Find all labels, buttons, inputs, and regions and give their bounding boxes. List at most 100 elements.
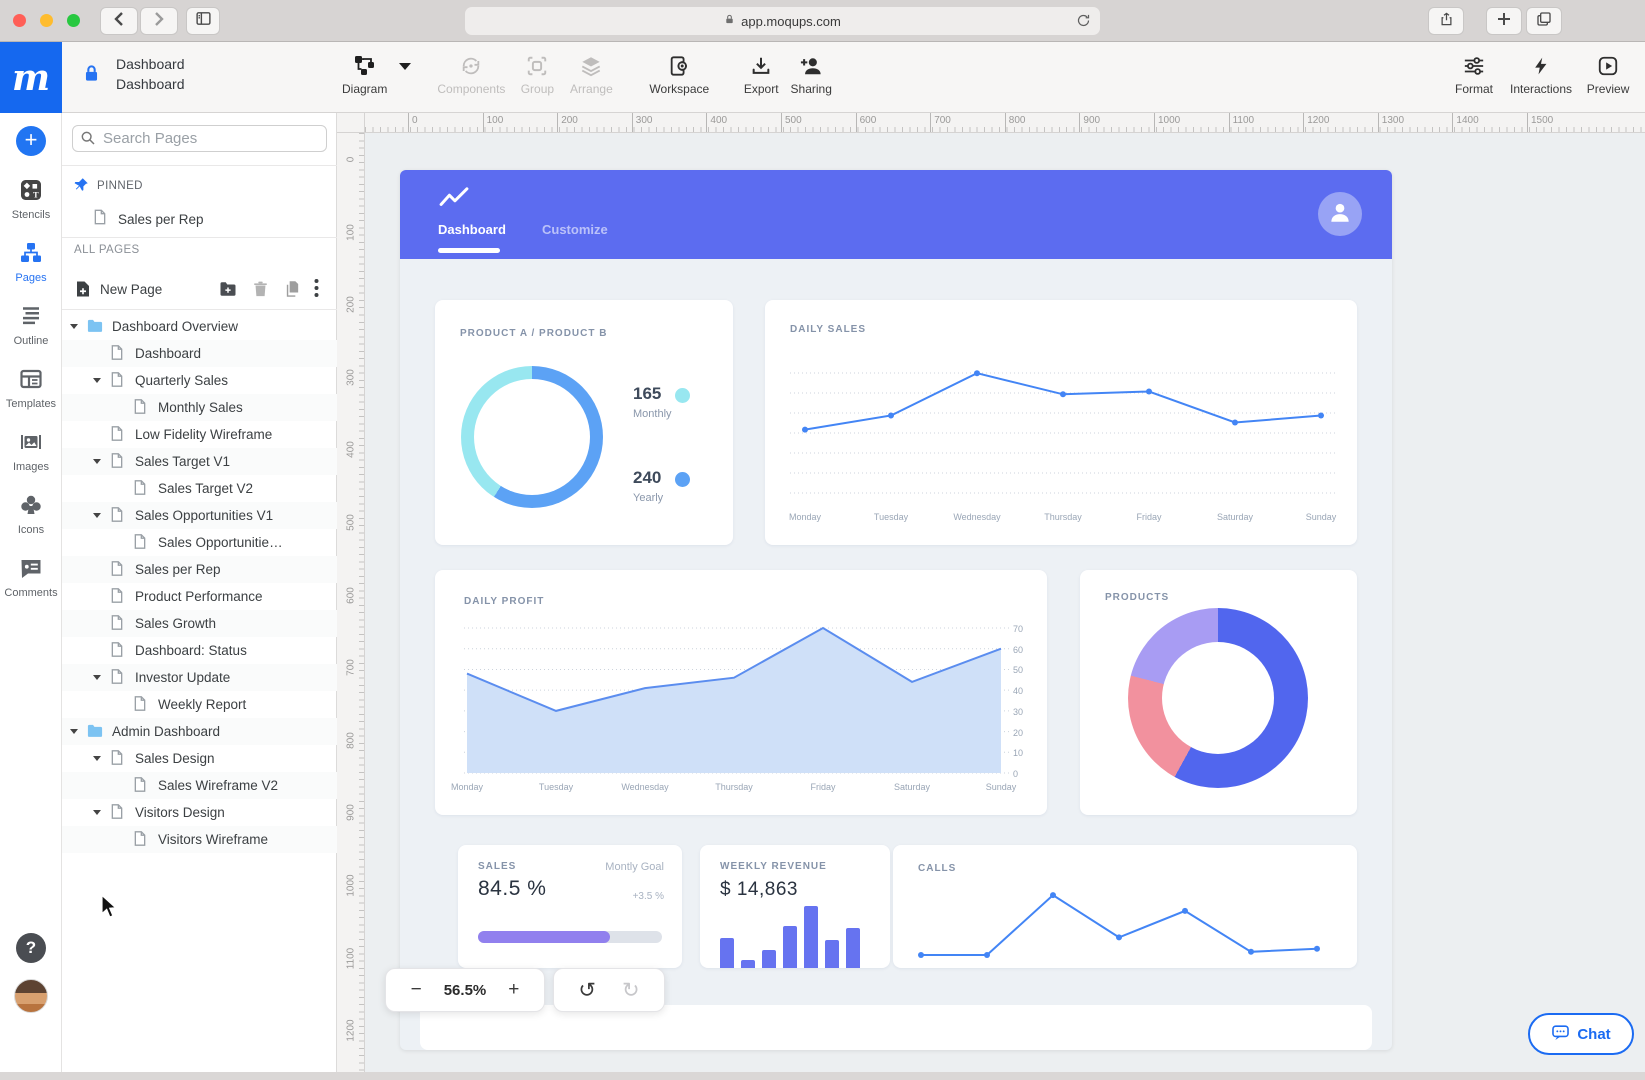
tree-item-sales-per-rep[interactable]: Sales per Rep	[62, 556, 337, 583]
card-title: DAILY PROFIT	[464, 596, 544, 607]
help-button[interactable]: ?	[16, 933, 46, 963]
expand-caret-icon[interactable]	[93, 810, 101, 815]
sidebar-item-icons[interactable]: Icons	[0, 483, 62, 546]
sidebar-item-pages[interactable]: Pages	[0, 231, 62, 294]
daily-sales-card[interactable]: DAILY SALES MondayTuesdayWednesdayThursd…	[765, 300, 1357, 545]
moqups-logo[interactable]: m	[0, 42, 62, 113]
zoom-level[interactable]: 56.5%	[444, 982, 487, 999]
daily-profit-card[interactable]: DAILY PROFIT MondayTuesdayWednesdayThurs…	[435, 570, 1047, 815]
y-axis-label: 40	[1013, 686, 1031, 696]
tree-item-sales-design[interactable]: Sales Design	[62, 745, 337, 772]
workspace-title[interactable]: Dashboard	[116, 56, 185, 72]
browser-tabs-overview-button[interactable]	[1526, 7, 1562, 35]
tool-diagram[interactable]: Diagram	[342, 53, 387, 96]
mockup-tab-customize[interactable]: Customize	[542, 222, 608, 237]
browser-new-tab-button[interactable]	[1486, 7, 1522, 35]
sidebar-item-images[interactable]: Images	[0, 420, 62, 483]
pinned-page-sales-per-rep[interactable]: Sales per Rep	[62, 205, 337, 233]
sidebar-item-comments[interactable]: Comments	[0, 546, 62, 609]
sales-kpi-card[interactable]: SALES Montly Goal 84.5 % +3.5 %	[458, 845, 682, 968]
tool-preview[interactable]: Preview	[1586, 53, 1630, 96]
browser-forward-button[interactable]	[140, 7, 178, 35]
tree-item-admin-dashboard[interactable]: Admin Dashboard	[62, 718, 337, 745]
preview-icon	[1597, 53, 1619, 79]
tree-item-dashboard-overview[interactable]: Dashboard Overview	[62, 313, 337, 340]
expand-caret-icon[interactable]	[93, 378, 101, 383]
zoom-out-button[interactable]: −	[407, 979, 426, 1001]
undo-button[interactable]: ↺	[578, 978, 596, 1003]
tree-item-weekly-report[interactable]: Weekly Report	[62, 691, 337, 718]
mockup-page[interactable]: Dashboard Customize PRODUCT A / PRODUCT …	[400, 170, 1392, 1050]
expand-caret-icon[interactable]	[70, 324, 78, 329]
expand-caret-icon[interactable]	[93, 513, 101, 518]
sidebar-item-outline[interactable]: Outline	[0, 294, 62, 357]
redo-button[interactable]: ↻	[622, 978, 640, 1003]
expand-caret-icon[interactable]	[93, 675, 101, 680]
add-button[interactable]: +	[16, 126, 46, 156]
tool-sharing[interactable]: Sharing	[789, 53, 833, 96]
new-page-button[interactable]: New Page	[100, 282, 162, 297]
weekly-revenue-card[interactable]: WEEKLY REVENUE $ 14,863	[700, 845, 890, 968]
expand-caret-icon[interactable]	[70, 729, 78, 734]
tree-item-monthly-sales[interactable]: Monthly Sales	[62, 394, 337, 421]
calls-card[interactable]: CALLS	[893, 845, 1357, 968]
expand-caret-icon[interactable]	[93, 756, 101, 761]
page-icon	[132, 776, 148, 798]
more-options-icon[interactable]	[314, 278, 319, 303]
tree-item-sales-target-v1[interactable]: Sales Target V1	[62, 448, 337, 475]
chat-button[interactable]: Chat	[1528, 1013, 1634, 1055]
browser-sidebar-toggle-button[interactable]	[186, 7, 220, 35]
tool-group[interactable]: Group	[515, 53, 559, 96]
tree-item-investor-update[interactable]: Investor Update	[62, 664, 337, 691]
tree-item-sales-growth[interactable]: Sales Growth	[62, 610, 337, 637]
products-card[interactable]: PRODUCTS	[1080, 570, 1357, 815]
tool-components[interactable]: Components	[437, 53, 505, 96]
minimize-window-button[interactable]	[40, 14, 53, 27]
search-pages-input[interactable]	[72, 125, 327, 152]
tool-arrange[interactable]: Arrange	[569, 53, 613, 96]
zoom-in-button[interactable]: +	[504, 979, 523, 1001]
tree-item-sales-opportunitie[interactable]: Sales Opportunitie…	[62, 529, 337, 556]
tree-item-low-fidelity-wireframe[interactable]: Low Fidelity Wireframe	[62, 421, 337, 448]
sidebar-item-stencils[interactable]: TStencils	[0, 168, 62, 231]
mockup-user-avatar[interactable]	[1318, 192, 1362, 236]
page-title[interactable]: Dashboard	[116, 76, 185, 92]
user-avatar[interactable]	[14, 979, 48, 1013]
design-canvas[interactable]: Dashboard Customize PRODUCT A / PRODUCT …	[365, 133, 1645, 1080]
divider	[62, 165, 337, 166]
tree-item-product-performance[interactable]: Product Performance	[62, 583, 337, 610]
tool-workspace[interactable]: Workspace	[649, 53, 709, 96]
ruler-label: 800	[346, 726, 357, 754]
tree-item-sales-opportunities-v1[interactable]: Sales Opportunities V1	[62, 502, 337, 529]
dropdown-caret-icon[interactable]	[399, 63, 411, 70]
project-lock-icon[interactable]	[82, 64, 101, 88]
sidebar-item-templates[interactable]: Templates	[0, 357, 62, 420]
tree-item-visitors-wireframe[interactable]: Visitors Wireframe	[62, 826, 337, 853]
tree-item-sales-target-v2[interactable]: Sales Target V2	[62, 475, 337, 502]
tool-interactions[interactable]: Interactions	[1510, 53, 1572, 96]
new-page-icon[interactable]	[74, 280, 92, 303]
browser-back-button[interactable]	[100, 7, 138, 35]
product-ab-card[interactable]: PRODUCT A / PRODUCT B 165 Monthly 240 Ye…	[435, 300, 733, 545]
mockup-tab-dashboard[interactable]: Dashboard	[438, 222, 506, 237]
download-icon	[750, 53, 772, 79]
tree-item-sales-wireframe-v2[interactable]: Sales Wireframe V2	[62, 772, 337, 799]
tool-format[interactable]: Format	[1452, 53, 1496, 96]
ruler-label: 400	[706, 113, 727, 133]
expand-caret-icon[interactable]	[93, 459, 101, 464]
duplicate-page-icon[interactable]	[284, 280, 301, 303]
mockup-header[interactable]: Dashboard Customize	[400, 170, 1392, 259]
tree-item-visitors-design[interactable]: Visitors Design	[62, 799, 337, 826]
zoom-window-button[interactable]	[67, 14, 80, 27]
address-bar[interactable]: app.moqups.com	[465, 7, 1100, 35]
zoom-control: − 56.5% +	[385, 968, 545, 1012]
browser-share-button[interactable]	[1428, 7, 1464, 35]
tree-item-dashboard-status[interactable]: Dashboard: Status	[62, 637, 337, 664]
close-window-button[interactable]	[13, 14, 26, 27]
new-folder-icon[interactable]	[218, 280, 238, 303]
tree-item-dashboard[interactable]: Dashboard	[62, 340, 337, 367]
tool-export[interactable]: Export	[739, 53, 783, 96]
refresh-icon[interactable]	[1076, 13, 1091, 31]
tree-item-quarterly-sales[interactable]: Quarterly Sales	[62, 367, 337, 394]
delete-page-icon[interactable]	[252, 280, 269, 303]
